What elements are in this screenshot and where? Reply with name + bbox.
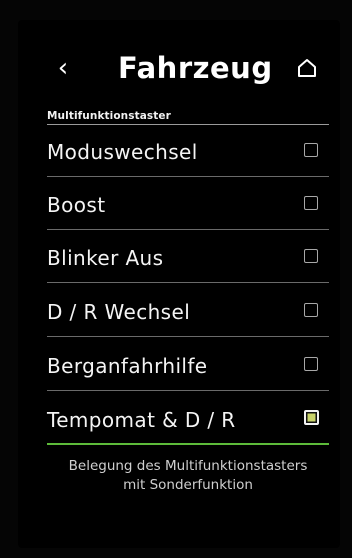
back-button[interactable]: ‹ xyxy=(48,46,78,90)
row-divider xyxy=(47,176,329,177)
header-bar: ‹ Fahrzeug xyxy=(0,46,352,90)
description-text: Belegung des Multifunktionstasters mit S… xyxy=(40,457,336,495)
option-tempomat-d-r[interactable]: Tempomat & D / R xyxy=(47,395,329,445)
checkbox[interactable] xyxy=(304,196,318,210)
active-underline xyxy=(47,443,329,445)
option-label: Moduswechsel xyxy=(47,140,198,164)
description-line-1: Belegung des Multifunktionstasters xyxy=(68,458,308,474)
row-divider xyxy=(47,336,329,337)
option-berganfahrhilfe[interactable]: Berganfahrhilfe xyxy=(47,341,329,391)
option-blinker-aus[interactable]: Blinker Aus xyxy=(47,233,329,283)
checkbox[interactable] xyxy=(304,143,318,157)
home-button[interactable] xyxy=(295,56,319,80)
option-label: Boost xyxy=(47,193,106,217)
option-d-r-wechsel[interactable]: D / R Wechsel xyxy=(47,287,329,337)
chevron-left-icon: ‹ xyxy=(57,53,69,83)
option-label: D / R Wechsel xyxy=(47,300,191,324)
option-moduswechsel[interactable]: Moduswechsel xyxy=(47,127,329,177)
checkbox[interactable] xyxy=(304,249,318,263)
device-frame: ‹ Fahrzeug Multifunktionstaster Moduswec… xyxy=(0,0,352,558)
checkbox[interactable] xyxy=(304,357,318,371)
row-divider xyxy=(47,229,329,230)
checkbox[interactable] xyxy=(304,303,318,317)
page-title: Fahrzeug xyxy=(118,51,273,85)
row-divider xyxy=(47,282,329,283)
home-icon xyxy=(298,59,316,77)
section-label: Multifunktionstaster xyxy=(47,110,171,122)
option-label: Tempomat & D / R xyxy=(47,408,236,432)
option-label: Berganfahrhilfe xyxy=(47,354,208,378)
section-divider xyxy=(47,124,329,125)
checkbox-checked[interactable] xyxy=(304,410,319,425)
description-line-2: mit Sonderfunktion xyxy=(123,477,253,493)
option-boost[interactable]: Boost xyxy=(47,180,329,230)
option-label: Blinker Aus xyxy=(47,246,164,270)
row-divider xyxy=(47,390,329,391)
